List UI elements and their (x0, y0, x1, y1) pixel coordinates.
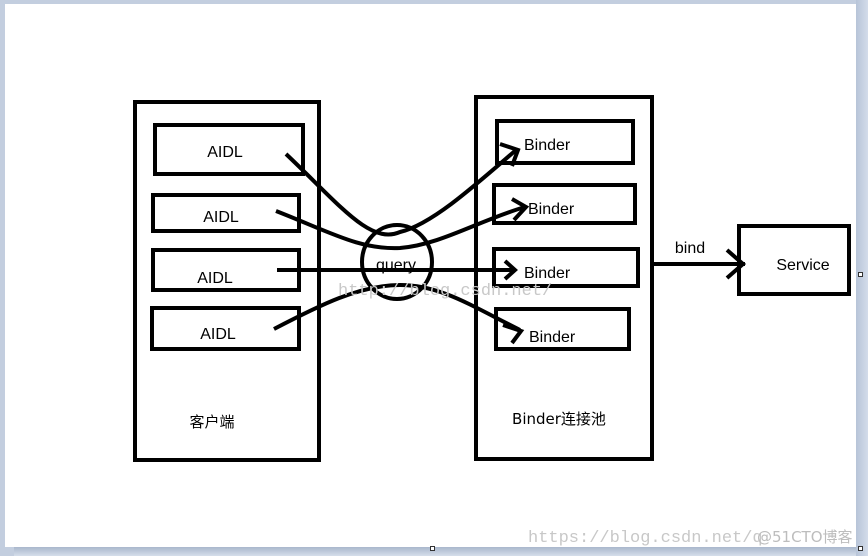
query-label: query (376, 257, 416, 274)
client-aidl-label-1: AIDL (207, 144, 243, 161)
client-aidl-label-2: AIDL (203, 209, 239, 226)
binder-label-2: Binder (528, 201, 575, 218)
binder-label-3: Binder (524, 265, 571, 282)
client-aidl-label-4: AIDL (200, 326, 236, 343)
client-aidl-label-3: AIDL (197, 270, 233, 287)
watermark-tag: @51CTO博客 (757, 528, 853, 546)
client-label: 客户端 (189, 413, 234, 431)
binder-label-4: Binder (529, 329, 576, 346)
binder-label-1: Binder (524, 137, 571, 154)
watermark-center: http://blog.csdn.net/ (338, 282, 552, 301)
service-label: Service (776, 257, 829, 274)
watermark-url: https://blog.csdn.net/q (528, 529, 763, 548)
bind-label: bind (675, 240, 705, 257)
pool-label: Binder连接池 (512, 410, 606, 428)
binder-pool-diagram: AIDL AIDL AIDL AIDL 客户端 Binder Binder Bi… (133, 95, 853, 548)
connector-aidl2-binder2 (275, 205, 526, 251)
